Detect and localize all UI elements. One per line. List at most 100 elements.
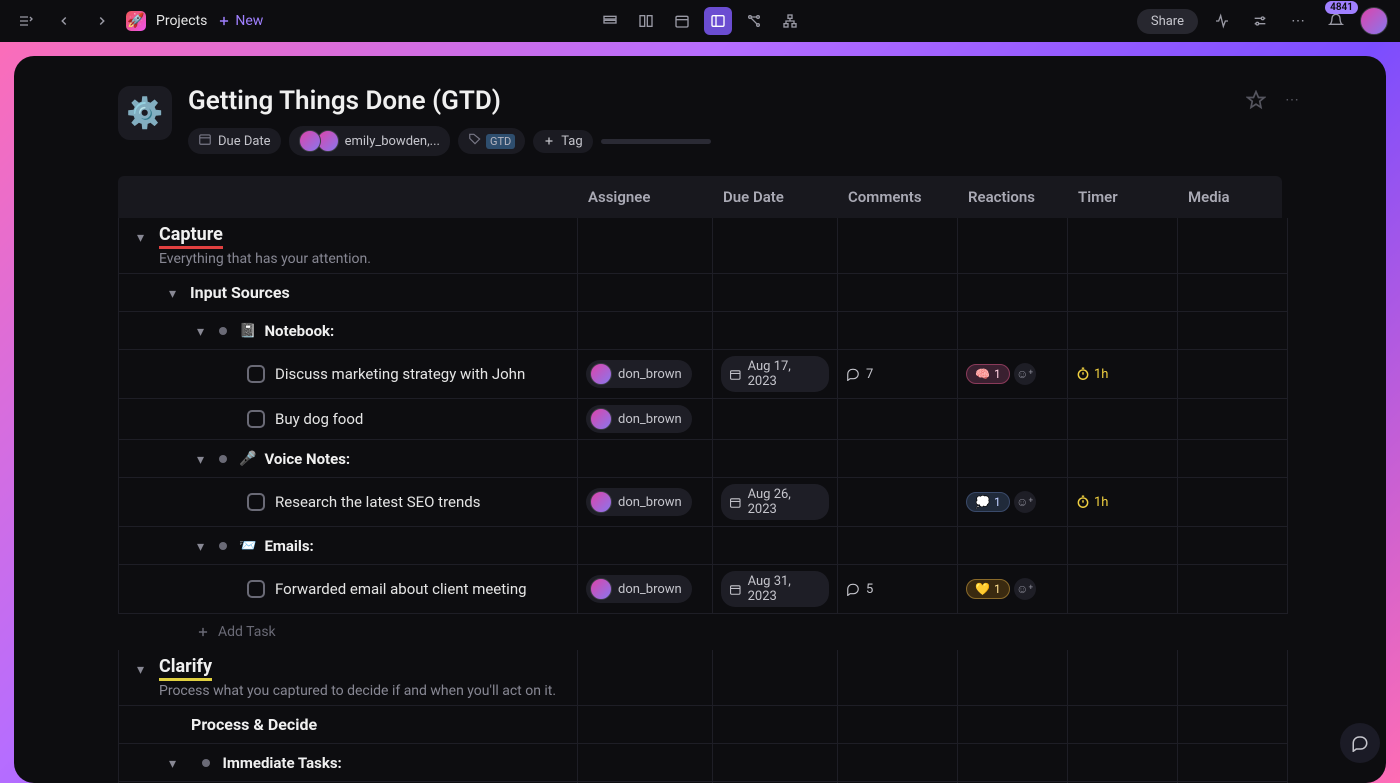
subsection-voice[interactable]: ▾ 🎤 Voice Notes: bbox=[118, 440, 1282, 478]
comments-chip[interactable]: 7 bbox=[846, 367, 873, 382]
reaction-chip[interactable]: 💭1 bbox=[966, 492, 1010, 512]
col-title bbox=[118, 176, 578, 218]
project-icon: 🚀 bbox=[126, 11, 146, 31]
checkbox[interactable] bbox=[247, 410, 265, 428]
more-icon[interactable]: ⋯ bbox=[1284, 7, 1312, 35]
settings-sliders-icon[interactable] bbox=[1246, 7, 1274, 35]
avatar[interactable] bbox=[1360, 7, 1388, 35]
col-media[interactable]: Media bbox=[1178, 176, 1288, 218]
task-row[interactable]: Buy dog food don_brown bbox=[118, 399, 1282, 440]
chevron-down-icon[interactable]: ▾ bbox=[197, 539, 211, 553]
chevron-down-icon[interactable]: ▾ bbox=[169, 286, 183, 300]
notebook-emoji-icon: 📓 bbox=[239, 323, 256, 339]
add-tag-label: Tag bbox=[561, 134, 582, 149]
sub-title: Voice Notes: bbox=[264, 450, 350, 468]
col-assignee[interactable]: Assignee bbox=[578, 176, 713, 218]
task-row[interactable]: Research the latest SEO trends don_brown… bbox=[118, 478, 1282, 527]
col-timer[interactable]: Timer bbox=[1068, 176, 1178, 218]
chevron-down-icon[interactable]: ▾ bbox=[137, 662, 151, 676]
activity-icon[interactable] bbox=[1208, 7, 1236, 35]
view-calendar-icon[interactable] bbox=[668, 7, 696, 35]
sub-title: Emails: bbox=[264, 537, 313, 555]
assignee-chip[interactable]: don_brown bbox=[586, 405, 692, 433]
section-clarify[interactable]: ▾ Clarify Process what you captured to d… bbox=[118, 650, 1282, 706]
add-tag-button[interactable]: Tag bbox=[533, 130, 592, 153]
view-board-icon[interactable] bbox=[632, 7, 660, 35]
add-reaction-icon[interactable]: ☺⁺ bbox=[1014, 491, 1036, 513]
add-task-button[interactable]: Add Task bbox=[118, 614, 1282, 650]
view-table-icon[interactable] bbox=[704, 7, 732, 35]
page-title[interactable]: Getting Things Done (GTD) bbox=[188, 86, 711, 116]
view-graph-icon[interactable] bbox=[740, 7, 768, 35]
notification-badge: 4841 bbox=[1325, 1, 1358, 14]
timer-chip[interactable]: 1h bbox=[1076, 367, 1108, 382]
comments-chip[interactable]: 5 bbox=[846, 582, 873, 597]
assignee-chip[interactable]: don_brown bbox=[586, 575, 692, 603]
assignees-chip[interactable]: emily_bowden,... bbox=[289, 126, 450, 156]
tags-chip[interactable]: GTD bbox=[458, 128, 525, 154]
sub-title: Immediate Tasks: bbox=[222, 754, 341, 772]
checkbox[interactable] bbox=[247, 365, 265, 383]
tag-gtd: GTD bbox=[486, 134, 515, 149]
assignee-chip[interactable]: don_brown bbox=[586, 488, 692, 516]
reaction-count: 1 bbox=[994, 582, 1001, 596]
section-capture[interactable]: ▾ Capture Everything that has your atten… bbox=[118, 218, 1282, 274]
chevron-down-icon[interactable]: ▾ bbox=[197, 452, 211, 466]
nav-forward-icon[interactable] bbox=[88, 7, 116, 35]
subsection-emails[interactable]: ▾ 📨 Emails: bbox=[118, 527, 1282, 565]
nav-back-icon[interactable] bbox=[50, 7, 78, 35]
task-title: Forwarded email about client meeting bbox=[275, 580, 527, 598]
chat-fab[interactable] bbox=[1340, 723, 1380, 763]
notification-icon[interactable]: 4841 bbox=[1322, 7, 1350, 35]
checkbox[interactable] bbox=[247, 580, 265, 598]
voice-emoji-icon: 🎤 bbox=[239, 451, 256, 467]
comment-count: 7 bbox=[866, 367, 873, 382]
reaction-emoji-icon: 🧠 bbox=[975, 367, 990, 381]
view-orgchart-icon[interactable] bbox=[776, 7, 804, 35]
view-list-icon[interactable] bbox=[596, 7, 624, 35]
checkbox[interactable] bbox=[247, 493, 265, 511]
timer-text: 1h bbox=[1094, 495, 1108, 510]
chevron-down-icon[interactable]: ▾ bbox=[197, 324, 211, 338]
emails-emoji-icon: 📨 bbox=[239, 538, 256, 554]
task-row[interactable]: Discuss marketing strategy with John don… bbox=[118, 350, 1282, 399]
due-date-chip[interactable]: Due Date bbox=[188, 128, 281, 154]
subsection-notebook[interactable]: ▾📓Notebook: bbox=[118, 312, 1282, 350]
col-reactions[interactable]: Reactions bbox=[958, 176, 1068, 218]
assignee-name: don_brown bbox=[618, 367, 682, 382]
assignees-label: emily_bowden,... bbox=[345, 134, 440, 149]
reaction-chip[interactable]: 🧠1 bbox=[966, 364, 1010, 384]
task-row[interactable]: Forwarded email about client meeting don… bbox=[118, 565, 1282, 614]
timer-chip[interactable]: 1h bbox=[1076, 495, 1108, 510]
assignee-name: don_brown bbox=[618, 582, 682, 597]
sub-title: Input Sources bbox=[190, 283, 290, 302]
comment-count: 5 bbox=[866, 582, 873, 597]
add-reaction-icon[interactable]: ☺⁺ bbox=[1014, 363, 1036, 385]
page-icon[interactable]: ⚙️ bbox=[118, 86, 172, 140]
chevron-down-icon[interactable]: ▾ bbox=[137, 230, 151, 244]
reaction-chip[interactable]: 💛1 bbox=[966, 579, 1010, 599]
add-reaction-icon[interactable]: ☺⁺ bbox=[1014, 578, 1036, 600]
add-task-label: Add Task bbox=[218, 624, 276, 640]
new-button[interactable]: New bbox=[217, 13, 263, 29]
subsection-process[interactable]: Process & Decide bbox=[118, 706, 1282, 744]
star-icon[interactable] bbox=[1242, 86, 1270, 114]
breadcrumb[interactable]: Projects bbox=[156, 13, 207, 29]
task-title: Discuss marketing strategy with John bbox=[275, 365, 525, 383]
sub-title: Process & Decide bbox=[191, 715, 317, 734]
share-button[interactable]: Share bbox=[1137, 9, 1198, 34]
chevron-down-icon[interactable]: ▾ bbox=[169, 756, 183, 770]
col-comments[interactable]: Comments bbox=[838, 176, 958, 218]
table-header: Assignee Due Date Comments Reactions Tim… bbox=[118, 176, 1282, 218]
task-table: Assignee Due Date Comments Reactions Tim… bbox=[118, 176, 1282, 783]
subsection-immediate[interactable]: ▾ Immediate Tasks: bbox=[118, 744, 1282, 782]
col-due[interactable]: Due Date bbox=[713, 176, 838, 218]
date-chip[interactable]: Aug 31, 2023 bbox=[721, 571, 829, 607]
assignee-chip[interactable]: don_brown bbox=[586, 360, 692, 388]
date-chip[interactable]: Aug 26, 2023 bbox=[721, 484, 829, 520]
subsection-input-sources[interactable]: ▾ Input Sources bbox=[118, 274, 1282, 312]
page-more-icon[interactable]: ⋯ bbox=[1278, 86, 1306, 114]
reaction-emoji-icon: 💛 bbox=[975, 582, 990, 596]
sidebar-toggle-icon[interactable] bbox=[12, 7, 40, 35]
date-chip[interactable]: Aug 17, 2023 bbox=[721, 356, 829, 392]
